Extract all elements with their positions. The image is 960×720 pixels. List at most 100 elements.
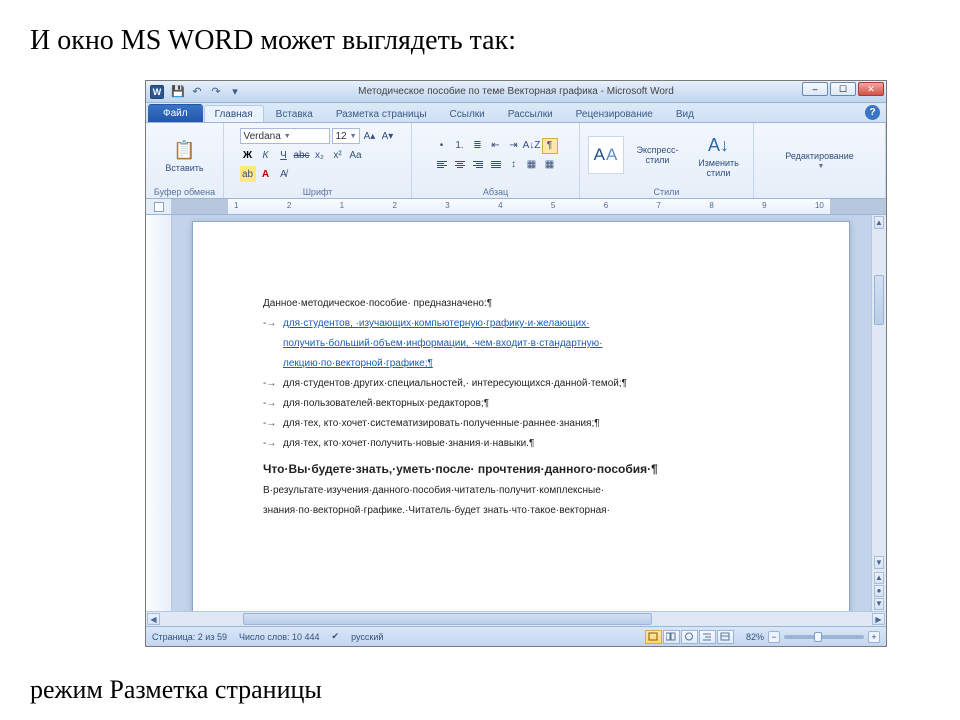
qat-save-icon[interactable]: 💾 [170, 84, 186, 100]
tab-file[interactable]: Файл [148, 104, 203, 122]
paste-button[interactable]: 📋 Вставить [165, 136, 205, 174]
status-language[interactable]: русский [351, 632, 383, 642]
ruler-tick: 9 [762, 201, 766, 210]
slide-caption: режим Разметка страницы [30, 675, 322, 705]
word-window: W 💾 ↶ ↷ ▾ Методическое пособие по теме В… [145, 80, 887, 647]
quick-styles-button[interactable]: AA [588, 136, 624, 174]
bullets-icon[interactable]: • [434, 138, 450, 154]
paste-icon: 📋 [173, 138, 197, 162]
numbering-icon[interactable]: 1. [452, 138, 468, 154]
shrink-font-icon[interactable]: A▾ [380, 128, 396, 144]
qat-customize-icon[interactable]: ▾ [227, 84, 243, 100]
chevron-down-icon: ▼ [281, 133, 291, 140]
zoom-in-button[interactable]: + [868, 631, 880, 643]
tab-mailings[interactable]: Рассылки [497, 105, 564, 122]
word-app-icon[interactable]: W [150, 85, 164, 99]
tab-home[interactable]: Главная [204, 105, 264, 122]
scroll-up-icon[interactable]: ▲ [874, 216, 884, 229]
increase-indent-icon[interactable]: ⇥ [506, 138, 522, 154]
clear-format-icon[interactable]: A̸ [276, 166, 292, 182]
next-page-icon[interactable]: ▼ [874, 598, 884, 610]
view-web-icon[interactable] [681, 630, 698, 644]
view-full-reading-icon[interactable] [663, 630, 680, 644]
doc-bullet-cont: лекцию·по·векторной·графике;¶ [263, 356, 779, 372]
multilevel-icon[interactable]: ≣ [470, 138, 486, 154]
scroll-right-icon[interactable]: ▶ [872, 613, 885, 625]
superscript-icon[interactable]: x² [330, 147, 346, 163]
align-center-icon[interactable] [452, 157, 468, 173]
document-page[interactable]: Данное·методическое·пособие· предназначе… [192, 221, 850, 611]
scroll-thumb[interactable] [874, 275, 884, 325]
underline-icon[interactable]: Ч [276, 147, 292, 163]
group-paragraph-label: Абзац [483, 185, 508, 198]
quick-access-toolbar: 💾 ↶ ↷ ▾ [170, 84, 243, 100]
change-styles-icon: A↓ [707, 133, 731, 157]
tab-insert[interactable]: Вставка [265, 105, 324, 122]
zoom-level[interactable]: 82% [746, 632, 764, 642]
horizontal-scrollbar[interactable]: ◀ ▶ [146, 611, 886, 626]
font-size-combo[interactable]: 12▼ [332, 128, 360, 144]
view-outline-icon[interactable] [699, 630, 716, 644]
editing-label: Редактирование [783, 152, 857, 162]
status-page[interactable]: Страница: 2 из 59 [152, 632, 227, 642]
strike-icon[interactable]: abc [294, 147, 310, 163]
ruler-corner[interactable] [146, 199, 172, 214]
decrease-indent-icon[interactable]: ⇤ [488, 138, 504, 154]
prev-page-icon[interactable]: ▲ [874, 572, 884, 584]
font-size-value: 12 [336, 131, 347, 142]
tab-references[interactable]: Ссылки [439, 105, 496, 122]
view-print-layout-icon[interactable] [645, 630, 662, 644]
sort-icon[interactable]: A↓Z [524, 138, 540, 154]
borders-icon[interactable]: ▦ [542, 157, 558, 173]
change-styles-label: Изменить стили [698, 159, 739, 179]
italic-icon[interactable]: К [258, 147, 274, 163]
quick-styles-dropdown[interactable]: Экспресс-стили [628, 144, 688, 166]
close-button[interactable]: ✕ [858, 82, 884, 96]
change-case-icon[interactable]: Aa [348, 147, 364, 163]
editing-dropdown[interactable]: Редактирование ▼ [775, 150, 865, 171]
tab-page-layout[interactable]: Разметка страницы [325, 105, 438, 122]
subscript-icon[interactable]: x₂ [312, 147, 328, 163]
justify-icon[interactable] [488, 157, 504, 173]
vertical-scrollbar[interactable]: ▲ ▼ ▲ ● ▼ [871, 215, 886, 611]
view-draft-icon[interactable] [717, 630, 734, 644]
shading-icon[interactable]: ▦ [524, 157, 540, 173]
grow-font-icon[interactable]: A▴ [362, 128, 378, 144]
vertical-ruler[interactable] [146, 215, 172, 611]
h-scroll-thumb[interactable] [243, 613, 652, 625]
minimize-button[interactable]: – [802, 82, 828, 96]
scroll-down-icon[interactable]: ▼ [874, 556, 884, 569]
font-name-value: Verdana [244, 131, 281, 142]
align-right-icon[interactable] [470, 157, 486, 173]
change-styles-button[interactable]: A↓ Изменить стили [692, 131, 746, 179]
zoom-slider-knob[interactable] [814, 632, 822, 642]
window-title: Методическое пособие по теме Векторная г… [146, 86, 886, 97]
doc-bullet: для·тех, кто·хочет·получить·новые·знания… [263, 436, 779, 452]
doc-bullet: для·студентов·других·специальностей,· ин… [263, 376, 779, 392]
highlight-icon[interactable]: ab [240, 166, 256, 182]
select-browse-icon[interactable]: ● [874, 585, 884, 597]
align-left-icon[interactable] [434, 157, 450, 173]
ruler-tick: 10 [815, 201, 824, 210]
zoom-slider[interactable] [784, 635, 864, 639]
show-marks-icon[interactable]: ¶ [542, 138, 558, 154]
status-word-count[interactable]: Число слов: 10 444 [239, 632, 320, 642]
tab-view[interactable]: Вид [665, 105, 705, 122]
line-spacing-icon[interactable]: ↕ [506, 157, 522, 173]
maximize-button[interactable]: ☐ [830, 82, 856, 96]
help-icon[interactable]: ? [865, 105, 880, 120]
font-color-icon[interactable]: A [258, 166, 274, 182]
proofing-icon[interactable]: ✔ [332, 631, 340, 642]
font-name-combo[interactable]: Verdana▼ [240, 128, 330, 144]
zoom-out-button[interactable]: − [768, 631, 780, 643]
doc-bullet: для·тех, кто·хочет·систематизировать·пол… [263, 416, 779, 432]
group-editing: Редактирование ▼ [754, 123, 886, 198]
tab-review[interactable]: Рецензирование [565, 105, 664, 122]
group-font-label: Шрифт [303, 185, 333, 198]
bold-icon[interactable]: Ж [240, 147, 256, 163]
scroll-left-icon[interactable]: ◀ [147, 613, 160, 625]
doc-bullet-cont: получить·больший·объем·информации, ·чем·… [263, 336, 779, 352]
horizontal-ruler[interactable]: 1 2 1 2 3 4 5 6 7 8 9 10 [172, 199, 886, 214]
qat-undo-icon[interactable]: ↶ [189, 84, 205, 100]
qat-redo-icon[interactable]: ↷ [208, 84, 224, 100]
